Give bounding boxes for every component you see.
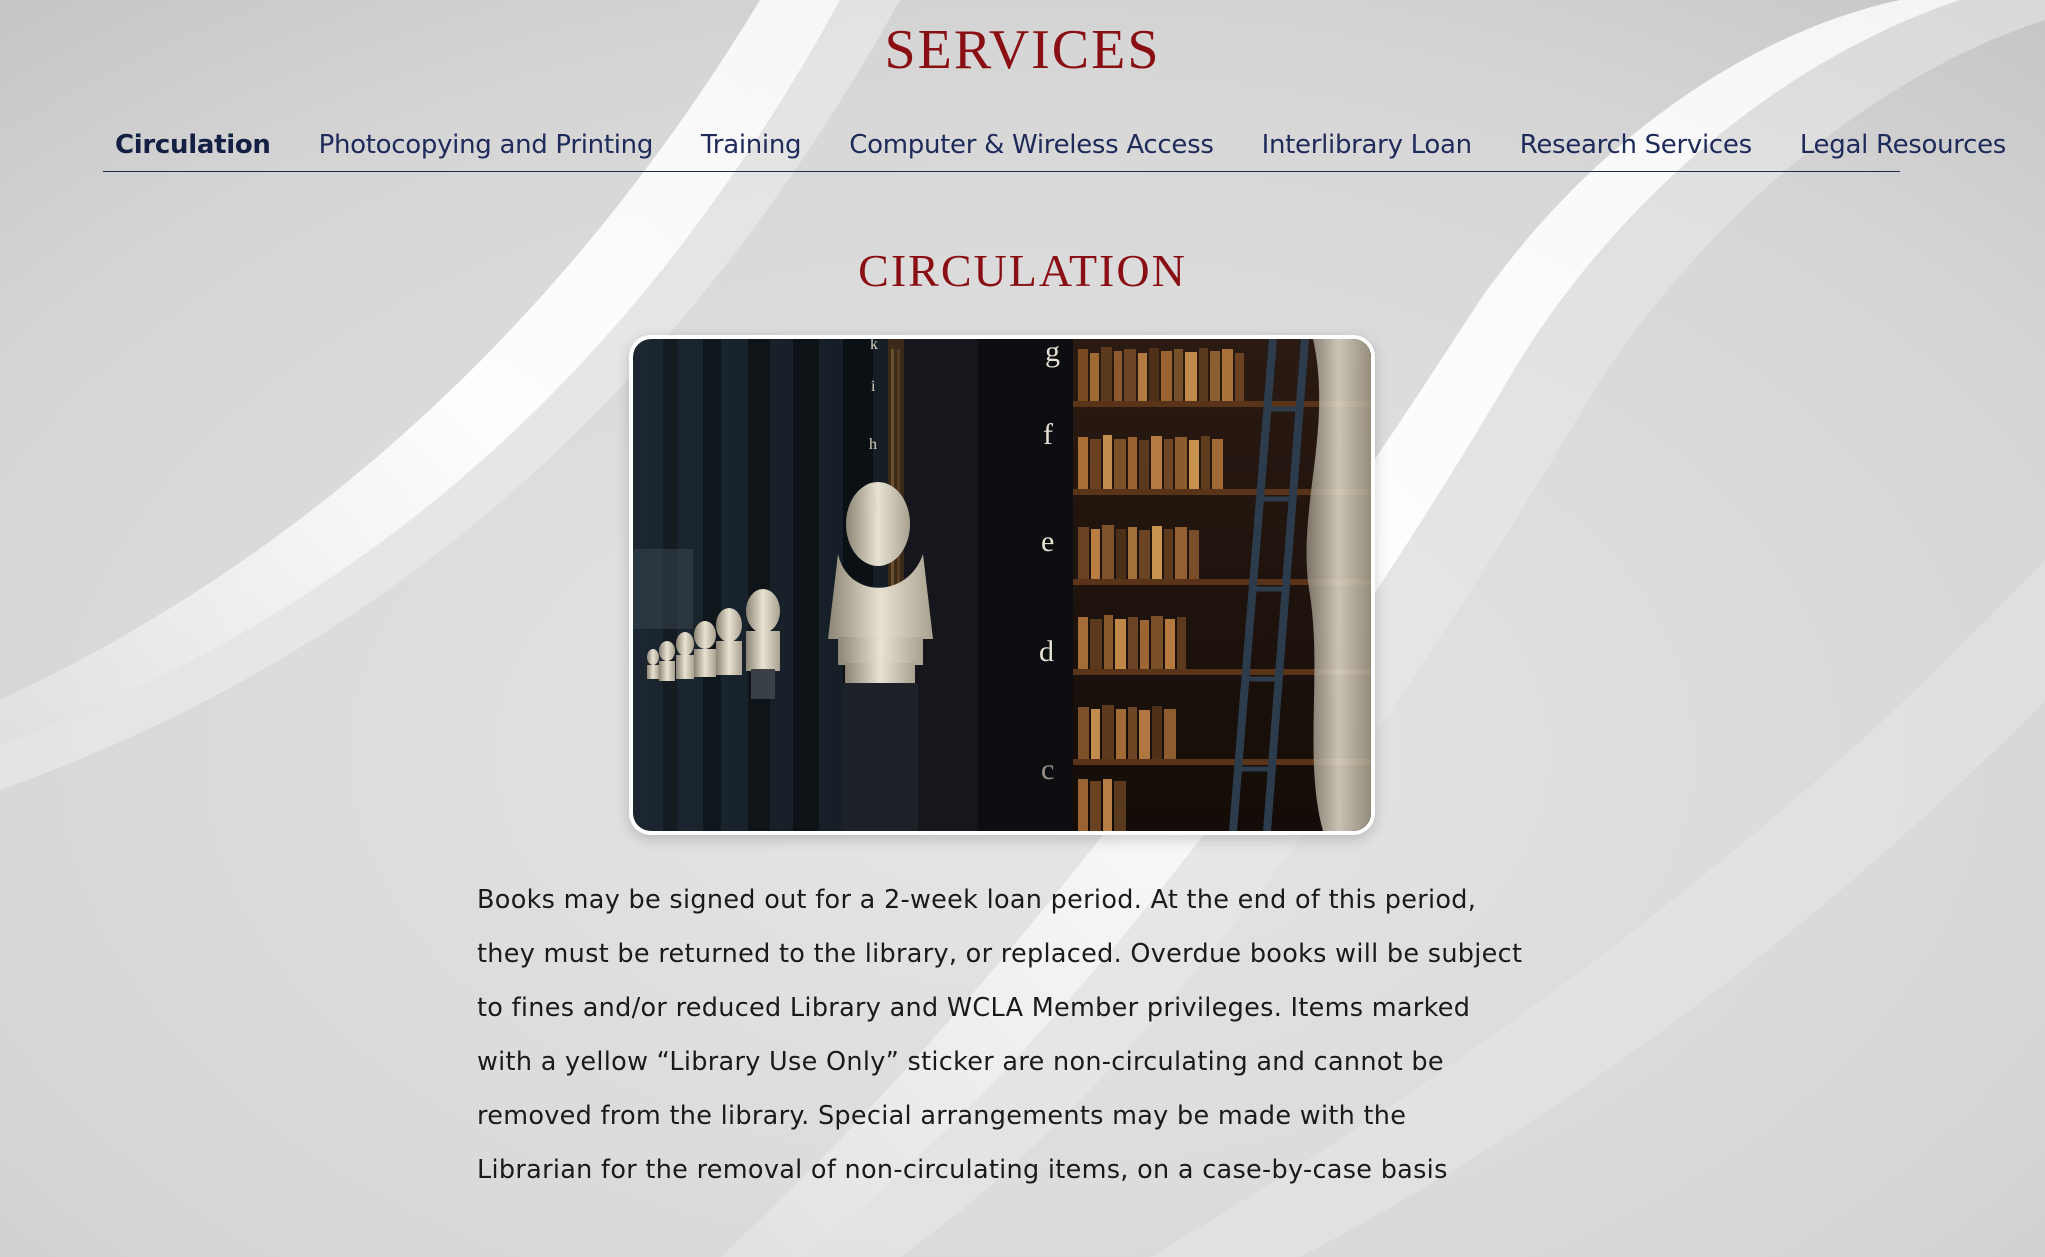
- tab-training[interactable]: Training: [689, 123, 813, 167]
- library-busts-image: g f e d c k i h g: [633, 339, 1371, 831]
- tab-legal-resources[interactable]: Legal Resources: [1788, 123, 2018, 167]
- image-letter-d: d: [1039, 635, 1054, 668]
- image-letter-h: h: [869, 436, 877, 453]
- services-tab-bar: Circulation Photocopying and Printing Tr…: [103, 118, 2006, 172]
- image-letter-g: g: [1045, 339, 1060, 368]
- image-letter-f: f: [1043, 418, 1053, 451]
- description-line: Books may be signed out for a 2-week loa…: [477, 885, 1477, 915]
- tab-interlibrary-loan[interactable]: Interlibrary Loan: [1250, 123, 1484, 167]
- circulation-description: Books may be signed out for a 2-week loa…: [477, 873, 1567, 1197]
- page-title: SERVICES: [884, 19, 1161, 81]
- image-letter-c: c: [1041, 753, 1054, 786]
- description-line: Librarian for the removal of non-circula…: [477, 1155, 1448, 1185]
- description-line: to fines and/or reduced Library and WCLA…: [477, 993, 1471, 1023]
- section-title: CIRCULATION: [858, 245, 1187, 296]
- description-line: with a yellow “Library Use Only” sticker…: [477, 1047, 1444, 1077]
- library-photo: g f e d c k i h g: [629, 335, 1375, 835]
- description-line: they must be returned to the library, or…: [477, 939, 1523, 969]
- tab-photocopying-printing[interactable]: Photocopying and Printing: [307, 123, 665, 167]
- image-letter-i: i: [871, 378, 876, 395]
- description-line: removed from the library. Special arrang…: [477, 1101, 1407, 1131]
- services-page: SERVICES Circulation Photocopying and Pr…: [0, 0, 2045, 1257]
- tab-circulation[interactable]: Circulation: [103, 123, 283, 167]
- image-letter-g-small: g: [869, 494, 877, 511]
- image-letter-k: k: [870, 339, 878, 353]
- tab-computer-wireless-access[interactable]: Computer & Wireless Access: [837, 123, 1225, 167]
- image-letter-e: e: [1041, 525, 1054, 558]
- tab-research-services[interactable]: Research Services: [1508, 123, 1764, 167]
